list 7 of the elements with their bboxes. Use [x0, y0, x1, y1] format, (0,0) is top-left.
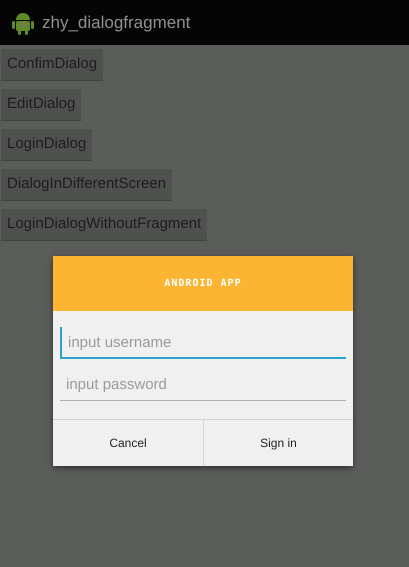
input-field[interactable]: input password — [60, 369, 346, 401]
android-robot-icon — [12, 10, 34, 34]
app-title: zhy_dialogfragment — [42, 12, 190, 34]
dialog-button[interactable]: Sign in — [203, 420, 353, 466]
dialog-button[interactable]: Cancel — [53, 420, 203, 466]
input-field[interactable]: input username — [60, 327, 346, 359]
dialog-title: ANDROID APP — [164, 277, 242, 291]
